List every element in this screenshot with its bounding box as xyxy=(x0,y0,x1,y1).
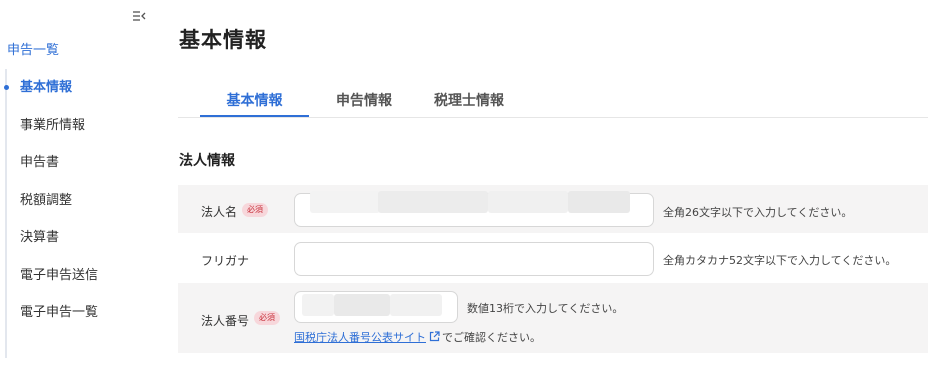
redacted-value xyxy=(334,294,390,316)
tab-basic-info[interactable]: 基本情報 xyxy=(200,84,309,118)
sidebar-item-label: 基本情報 xyxy=(20,80,73,95)
corporate-number-lookup: 国税庁法人番号公表サイト でご確認ください。 xyxy=(294,329,541,345)
sidebar-item-label: 事業所情報 xyxy=(20,117,86,133)
corporate-number-label: 法人番号 xyxy=(201,314,250,328)
sidebar-collapse-icon[interactable] xyxy=(132,10,146,22)
corporate-name-hint: 全角26文字以下で入力してください。 xyxy=(663,206,853,219)
required-badge: 必須 xyxy=(242,203,268,217)
sidebar-item-e-filing-send[interactable]: 電子申告送信 xyxy=(0,257,152,295)
active-indicator xyxy=(4,85,9,90)
sidebar-item-label: 電子申告一覧 xyxy=(20,305,99,320)
lookup-suffix: でご確認ください。 xyxy=(442,331,541,344)
form-row-corporate-number: 法人番号 必須 数値13桁で入力してください。 国税庁法人番号公表サイト でご確認… xyxy=(178,283,928,353)
furigana-input[interactable] xyxy=(294,242,654,276)
sidebar-nav: 基本情報 事業所情報 申告書 税額調整 決算書 電子申告送信 電子申告一覧 xyxy=(0,69,152,332)
page-title: 基本情報 xyxy=(179,28,267,52)
redacted-value xyxy=(302,294,334,316)
sidebar-item-e-filing-list[interactable]: 電子申告一覧 xyxy=(0,294,152,332)
sidebar-item-tax-return[interactable]: 申告書 xyxy=(0,144,152,182)
tab-filing-info[interactable]: 申告情報 xyxy=(309,84,419,118)
nta-corporate-number-site-link[interactable]: 国税庁法人番号公表サイト xyxy=(294,331,426,344)
section-title: 法人情報 xyxy=(179,153,235,169)
sidebar-item-label: 決算書 xyxy=(20,230,60,245)
form-row-corporate-name: 法人名 必須 全角26文字以下で入力してください。 xyxy=(178,185,928,233)
sidebar-item-tax-adjustment[interactable]: 税額調整 xyxy=(0,182,152,220)
sidebar-item-label: 申告書 xyxy=(20,155,60,170)
required-badge: 必須 xyxy=(254,311,280,325)
redacted-value xyxy=(390,294,442,316)
sidebar-item-financial-statements[interactable]: 決算書 xyxy=(0,219,152,257)
form-row-furigana: フリガナ 全角カタカナ52文字以下で入力してください。 xyxy=(178,235,928,282)
corporate-number-hint: 数値13桁で入力してください。 xyxy=(467,302,624,315)
sidebar-item-office-info[interactable]: 事業所情報 xyxy=(0,107,152,145)
sidebar-item-label: 電子申告送信 xyxy=(20,267,99,283)
tab-divider xyxy=(178,117,928,118)
redacted-value xyxy=(310,191,380,213)
corporate-name-label: 法人名 xyxy=(201,205,238,219)
sidebar-item-label: 税額調整 xyxy=(20,192,73,208)
tab-bar: 基本情報 申告情報 税理士情報 xyxy=(200,84,519,118)
redacted-value xyxy=(378,191,488,213)
redacted-value xyxy=(568,191,630,213)
furigana-hint: 全角カタカナ52文字以下で入力してください。 xyxy=(663,254,897,267)
tab-tax-accountant-info[interactable]: 税理士情報 xyxy=(419,84,519,118)
redacted-value xyxy=(488,191,568,213)
furigana-label: フリガナ xyxy=(201,254,250,268)
external-link-icon[interactable] xyxy=(429,331,440,342)
filing-list-link[interactable]: 申告一覧 xyxy=(7,39,59,58)
sidebar-item-basic-info[interactable]: 基本情報 xyxy=(0,69,152,107)
sidebar: 申告一覧 基本情報 事業所情報 申告書 税額調整 決算書 電子申告送信 電子申告… xyxy=(0,0,152,377)
